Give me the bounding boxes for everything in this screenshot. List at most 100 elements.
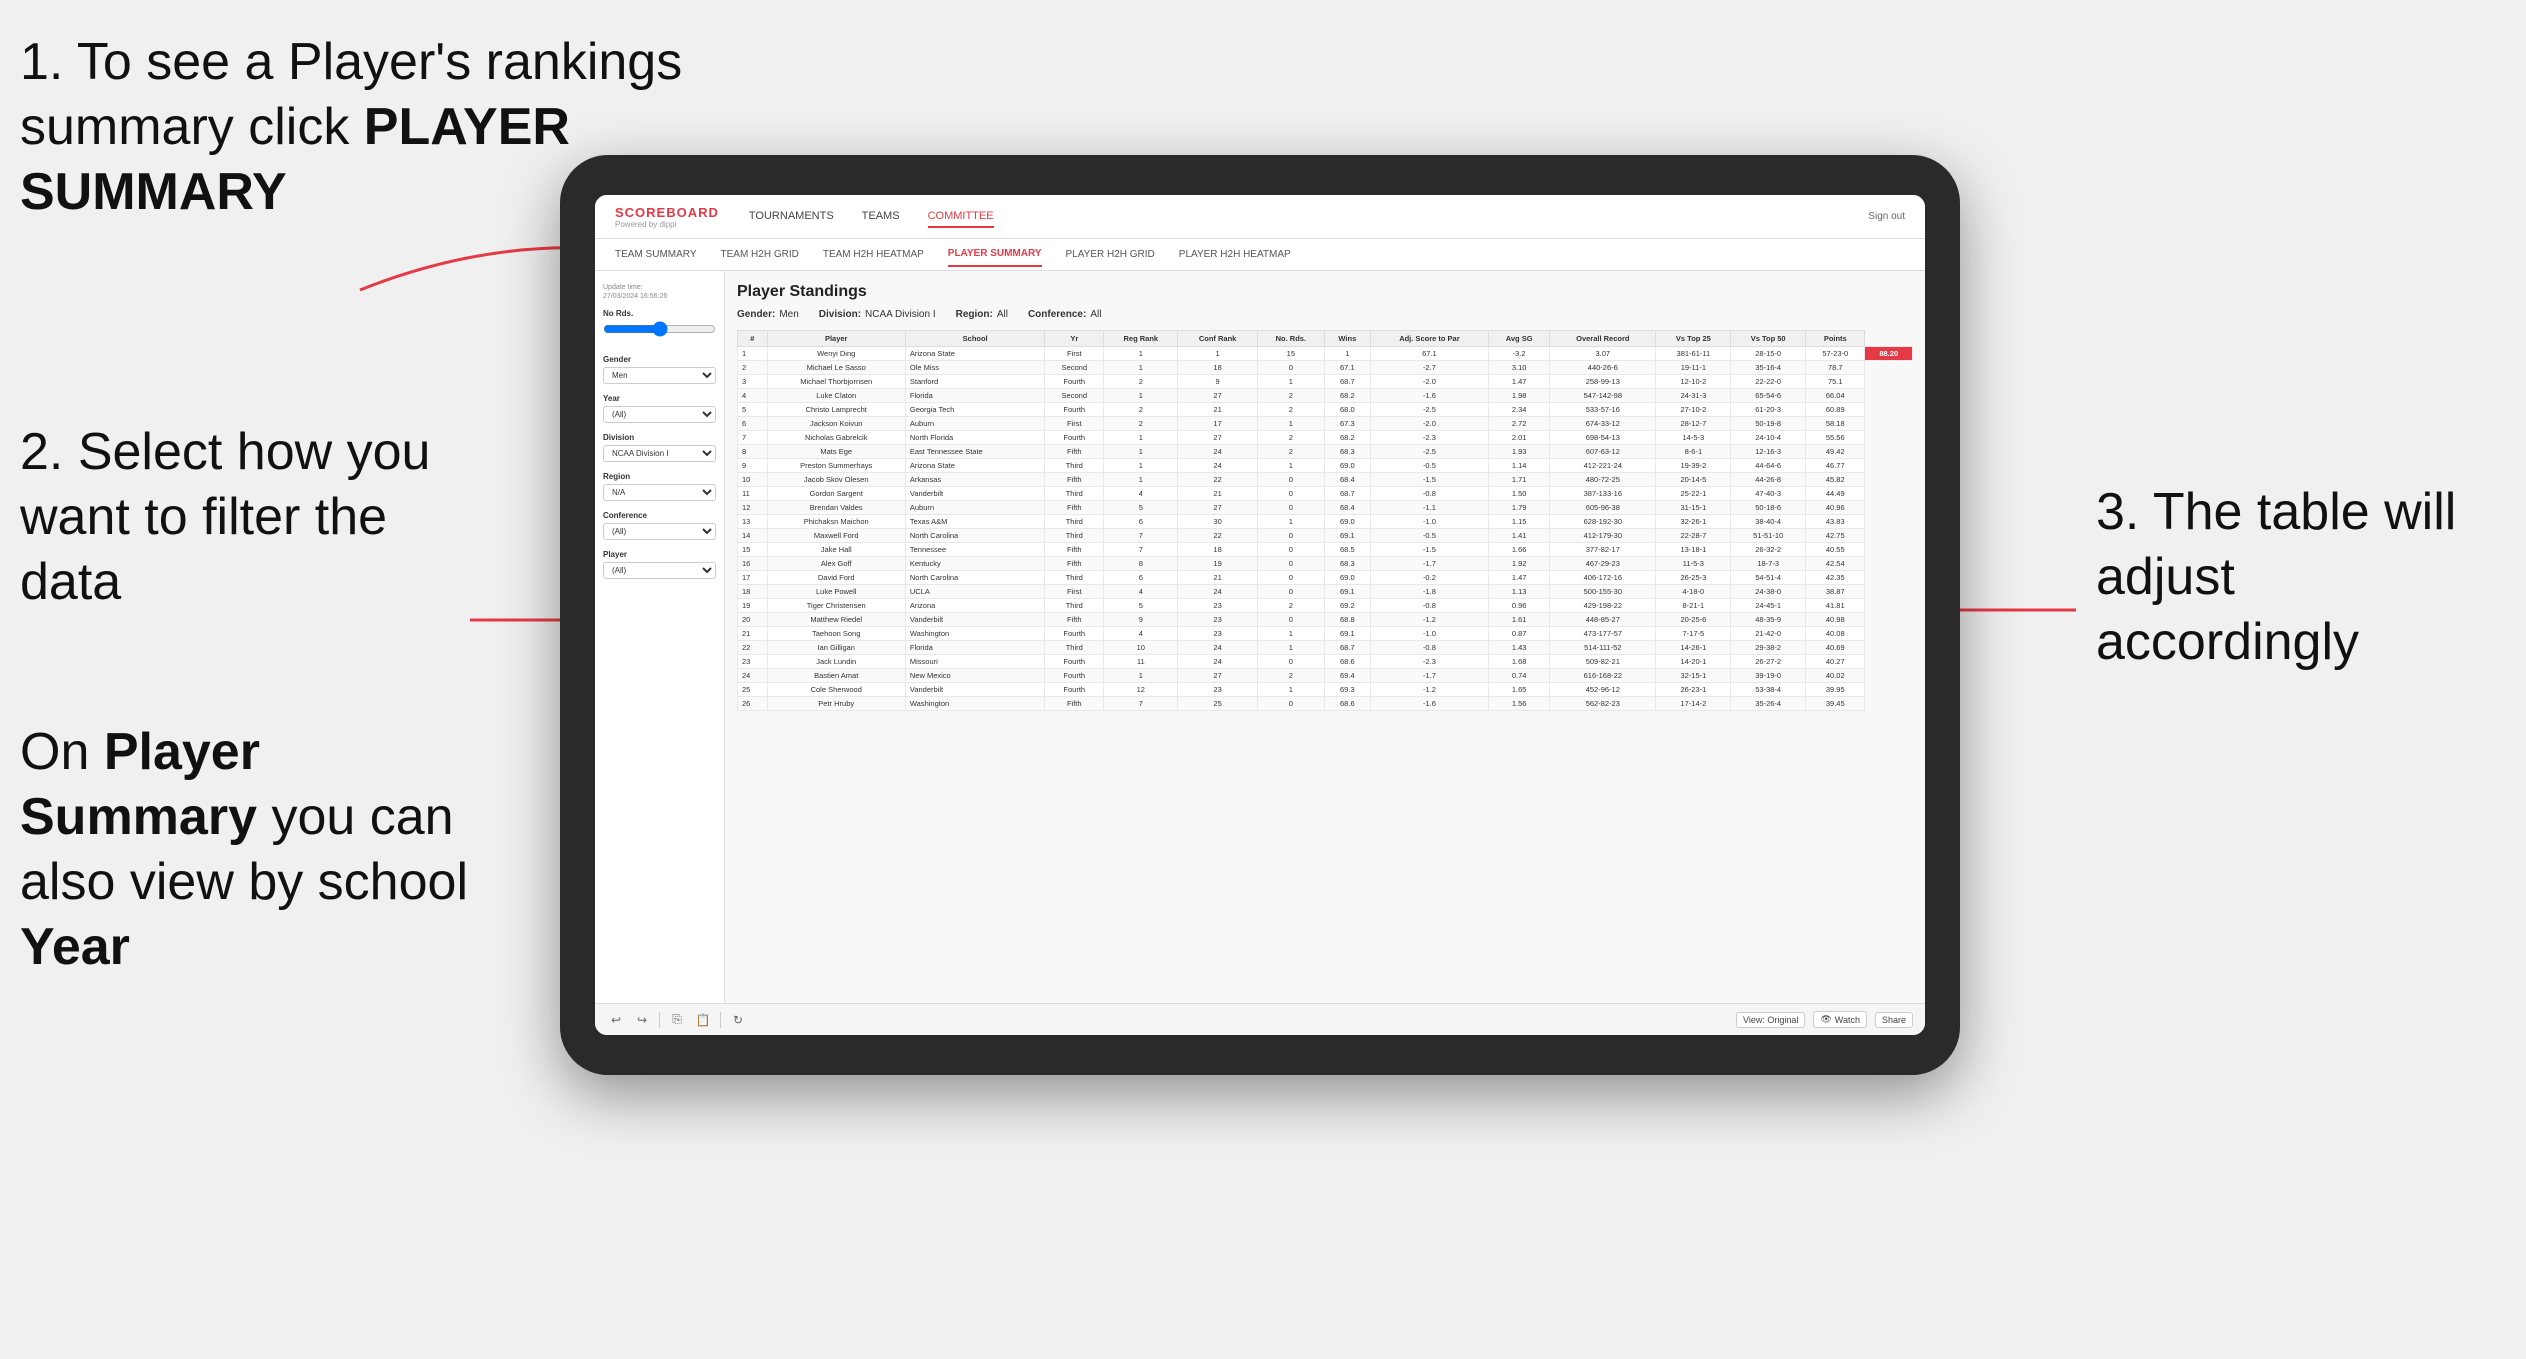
table-cell: 1.14	[1489, 459, 1550, 473]
sidebar: Update time: 27/03/2024 16:56:26 No Rds.…	[595, 271, 725, 1003]
table-cell: 39.95	[1806, 683, 1865, 697]
gender-select[interactable]: Men	[603, 367, 716, 384]
table-cell: 53-38-4	[1731, 683, 1806, 697]
no-rds-slider[interactable]	[603, 321, 716, 337]
table-cell: 67.1	[1324, 361, 1370, 375]
table-cell: 1	[1104, 431, 1178, 445]
nav-item-tournaments[interactable]: TOURNAMENTS	[749, 206, 834, 228]
tablet-screen: SCOREBOARD Powered by dippi TOURNAMENTS …	[595, 195, 1925, 1035]
refresh-icon[interactable]: ↻	[729, 1011, 747, 1029]
table-cell: 51-51-10	[1731, 529, 1806, 543]
table-cell: 14-20-1	[1656, 655, 1731, 669]
sub-nav-player-h2h-heatmap[interactable]: PLAYER H2H HEATMAP	[1179, 243, 1291, 266]
share-btn[interactable]: Share	[1875, 1012, 1913, 1028]
table-cell: 47-40-3	[1731, 487, 1806, 501]
table-cell: Texas A&M	[905, 515, 1045, 529]
table-cell: 11-5-3	[1656, 557, 1731, 571]
table-cell: 1	[1104, 389, 1178, 403]
table-cell: -1.0	[1370, 515, 1488, 529]
table-cell: Vanderbilt	[905, 683, 1045, 697]
table-cell: 562-82-23	[1550, 697, 1656, 711]
table-cell: 69.3	[1324, 683, 1370, 697]
table-cell: 69.2	[1324, 599, 1370, 613]
table-cell: 440-26-6	[1550, 361, 1656, 375]
region-select[interactable]: N/A	[603, 484, 716, 501]
sub-nav-team-h2h-heatmap[interactable]: TEAM H2H HEATMAP	[823, 243, 924, 266]
division-select[interactable]: NCAA Division I	[603, 445, 716, 462]
conference-select[interactable]: (All)	[603, 523, 716, 540]
table-cell: 40.08	[1806, 627, 1865, 641]
table-cell: Fifth	[1045, 697, 1104, 711]
sub-nav-team-summary[interactable]: TEAM SUMMARY	[615, 243, 697, 266]
sidebar-no-rds-section: No Rds.	[603, 309, 716, 345]
table-cell: 40.69	[1806, 641, 1865, 655]
table-cell: 5	[1104, 501, 1178, 515]
table-cell: 26-23-1	[1656, 683, 1731, 697]
table-cell: 412-221-24	[1550, 459, 1656, 473]
filter-division: Division: NCAA Division I	[819, 309, 936, 320]
table-cell: 27-10-2	[1656, 403, 1731, 417]
watch-btn[interactable]: 👁 Watch	[1813, 1011, 1867, 1028]
table-cell: 20-14-5	[1656, 473, 1731, 487]
table-cell: 39.45	[1806, 697, 1865, 711]
table-cell: 41.81	[1806, 599, 1865, 613]
table-cell: 406-172-16	[1550, 571, 1656, 585]
table-cell: 42.35	[1806, 571, 1865, 585]
table-cell: 21	[1178, 571, 1257, 585]
copy-icon[interactable]: ⎘	[668, 1011, 686, 1029]
table-cell: 13-18-1	[1656, 543, 1731, 557]
table-cell: -2.7	[1370, 361, 1488, 375]
table-cell: 5	[1104, 599, 1178, 613]
paste-icon[interactable]: 📋	[694, 1011, 712, 1029]
table-cell: 387-133-16	[1550, 487, 1656, 501]
col-vs-top-25: Vs Top 25	[1656, 331, 1731, 347]
table-cell: Ole Miss	[905, 361, 1045, 375]
table-cell: 7	[1104, 697, 1178, 711]
table-cell: 467-29-23	[1550, 557, 1656, 571]
table-cell: 30	[1178, 515, 1257, 529]
table-cell: 452-96-12	[1550, 683, 1656, 697]
nav-item-teams[interactable]: TEAMS	[862, 206, 900, 228]
nav-right: Sign out	[1868, 211, 1905, 222]
year-select[interactable]: (All)	[603, 406, 716, 423]
table-cell: 21	[1178, 403, 1257, 417]
sidebar-player-label: Player	[603, 550, 716, 559]
table-header: # Player School Yr Reg Rank Conf Rank No…	[738, 331, 1913, 347]
table-cell: 6	[1104, 571, 1178, 585]
logo-sub: Powered by dippi	[615, 220, 719, 229]
table-cell: 24-45-1	[1731, 599, 1806, 613]
player-standings-table: # Player School Yr Reg Rank Conf Rank No…	[737, 330, 1913, 711]
table-cell: 23	[1178, 683, 1257, 697]
table-cell: 0	[1257, 697, 1324, 711]
table-cell: Gordon Sargent	[767, 487, 905, 501]
table-cell: 32-15-1	[1656, 669, 1731, 683]
table-cell: Arizona	[905, 599, 1045, 613]
redo-icon[interactable]: ↪	[633, 1011, 651, 1029]
nav-sign-out[interactable]: Sign out	[1868, 211, 1905, 222]
sub-nav-team-h2h-grid[interactable]: TEAM H2H GRID	[721, 243, 799, 266]
table-cell: 9	[1104, 613, 1178, 627]
nav-item-committee[interactable]: COMMITTEE	[928, 206, 994, 228]
annotation-right: 3. The table will adjust accordingly	[2096, 480, 2496, 675]
undo-icon[interactable]: ↩	[607, 1011, 625, 1029]
table-cell: 20	[738, 613, 768, 627]
sidebar-region-section: Region N/A	[603, 472, 716, 501]
table-cell: 12-16-3	[1731, 445, 1806, 459]
annotation-mid-left: 2. Select how you want to filter the dat…	[20, 420, 460, 615]
table-cell: 23	[1178, 613, 1257, 627]
table-cell: 8-6-1	[1656, 445, 1731, 459]
view-original-btn[interactable]: View: Original	[1736, 1012, 1805, 1028]
player-select[interactable]: (All)	[603, 562, 716, 579]
sub-nav-player-h2h-grid[interactable]: PLAYER H2H GRID	[1066, 243, 1155, 266]
table-cell: 514-111-52	[1550, 641, 1656, 655]
table-cell: 35-16-4	[1731, 361, 1806, 375]
annotation-bottom-left: On Player Summary you can also view by s…	[20, 720, 480, 980]
table-cell: 60.89	[1806, 403, 1865, 417]
sub-nav-player-summary[interactable]: PLAYER SUMMARY	[948, 242, 1042, 267]
table-row: 13Phichaksn MaichonTexas A&MThird630169.…	[738, 515, 1913, 529]
table-cell: 2	[1257, 403, 1324, 417]
table-cell: 1	[1257, 459, 1324, 473]
table-cell: -1.6	[1370, 389, 1488, 403]
table-title: Player Standings	[737, 283, 1913, 301]
table-cell: 0	[1257, 543, 1324, 557]
